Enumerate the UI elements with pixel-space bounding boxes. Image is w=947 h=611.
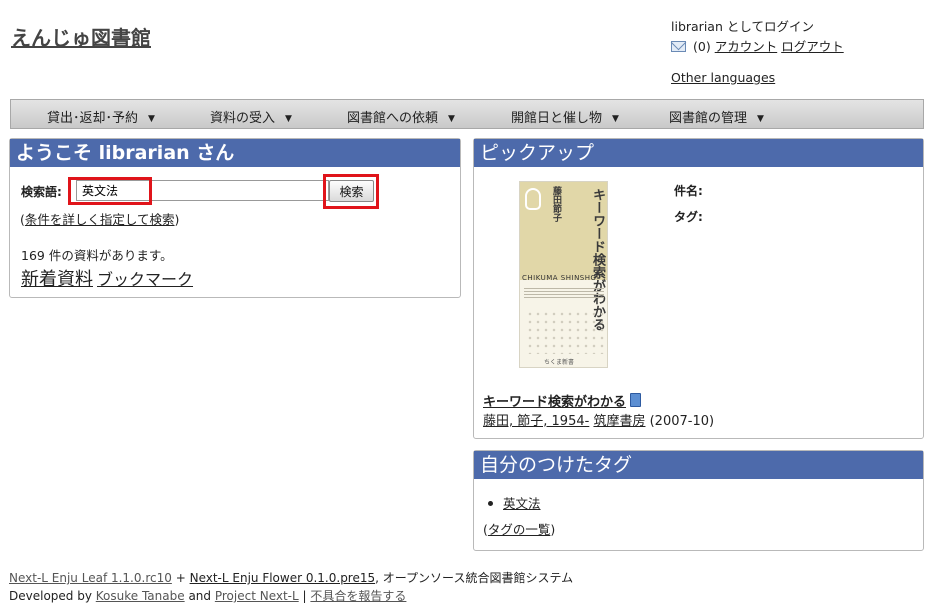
tag-index: (タグの一覧) [483, 519, 555, 538]
menu-acquisition-label: 資料の受入 [210, 111, 276, 126]
search-input-highlight [68, 177, 152, 205]
list-item: 英文法 [488, 493, 541, 512]
advanced-search-link[interactable]: 条件を詳しく指定して検索 [25, 212, 175, 227]
enju-flower-link[interactable]: Next-L Enju Flower 0.1.0.pre15 [190, 571, 376, 585]
adv-paren-close: ) [174, 212, 180, 227]
welcome-title: ようこそ librarian さん [10, 139, 460, 167]
search-button-highlight [323, 174, 379, 209]
caret-down-icon: ▼ [285, 114, 292, 124]
tag-label: タグ: [674, 210, 703, 224]
menu-requests-label: 図書館への依頼 [347, 111, 439, 126]
menu-events[interactable]: 開館日と催し物 ▼ [511, 107, 619, 126]
quick-links: 新着資料 ブックマーク [21, 265, 193, 291]
caret-down-icon: ▼ [448, 114, 455, 124]
report-bug-link[interactable]: 不具合を報告する [310, 589, 406, 603]
author-credit-link[interactable]: Kosuke Tanabe [96, 589, 185, 603]
footer-separator: | [302, 589, 307, 603]
account-row: (0) アカウント ログアウト [671, 37, 844, 57]
my-tags-panel: 自分のつけたタグ 英文法 (タグの一覧) [473, 450, 924, 551]
caret-down-icon: ▼ [612, 114, 619, 124]
other-languages-link[interactable]: Other languages [671, 70, 775, 85]
login-status: librarian としてログイン [671, 19, 814, 34]
cover-publisher: ちくま新書 [544, 359, 575, 366]
footer-line-1: Next-L Enju Leaf 1.1.0.rc10 + Next-L Enj… [9, 569, 573, 586]
book-info: 藤田, 節子, 1954- 筑摩書房 (2007-10) [483, 410, 714, 429]
pickup-panel: ピックアップ キーワード検索がわかる 藤田節子 CHIKUMA SHINSHO … [473, 138, 924, 439]
menu-admin[interactable]: 図書館の管理 ▼ [669, 107, 764, 126]
cover-series: CHIKUMA SHINSHO [522, 274, 597, 282]
project-link[interactable]: Project Next-L [215, 589, 299, 603]
search-label: 検索語: [21, 185, 62, 199]
caret-down-icon: ▼ [148, 114, 155, 124]
book-cover-image[interactable]: キーワード検索がわかる 藤田節子 CHIKUMA SHINSHO ちくま新書 [519, 181, 608, 368]
new-items-link[interactable]: 新着資料 [21, 269, 93, 290]
cover-author: 藤田節子 [551, 186, 561, 222]
menu-circulation-label: 貸出･返却･予約 [47, 111, 139, 126]
main-menu-bar: 貸出･返却･予約 ▼ 資料の受入 ▼ 図書館への依頼 ▼ 開館日と催し物 ▼ 図書館の管… [10, 99, 924, 129]
cover-blurb [524, 288, 604, 300]
mail-icon[interactable] [671, 41, 686, 52]
publisher-link[interactable]: 筑摩書房 [593, 414, 645, 429]
footer-line-2: Developed by Kosuke Tanabe and Project N… [9, 587, 406, 604]
menu-circulation[interactable]: 貸出･返却･予約 ▼ [47, 107, 155, 126]
publication-date: (2007-10) [649, 414, 715, 429]
my-tags-title: 自分のつけたタグ [474, 451, 923, 479]
menu-admin-label: 図書館の管理 [669, 111, 748, 126]
menu-acquisition[interactable]: 資料の受入 ▼ [210, 107, 292, 126]
publisher-logo-icon [525, 188, 541, 210]
footer-description: , オープンソース統合図書館システム [375, 571, 574, 585]
footer-and: and [188, 589, 212, 603]
welcome-panel: ようこそ librarian さん 検索語: 検索 (条件を詳しく指定して検索)… [9, 138, 461, 298]
tag-link[interactable]: 英文法 [503, 496, 541, 511]
tag-index-paren-close: ) [550, 522, 556, 537]
pickup-title: ピックアップ [474, 139, 923, 167]
caret-down-icon: ▼ [757, 114, 764, 124]
tag-list: 英文法 [488, 493, 541, 512]
footer-plus: + [175, 571, 186, 585]
item-count-text: 169 件の資料があります。 [21, 248, 173, 263]
message-count: (0) [692, 39, 711, 54]
login-box: librarian としてログイン (0) アカウント ログアウト [671, 17, 844, 57]
tag-index-link[interactable]: タグの一覧 [488, 522, 551, 537]
account-link[interactable]: アカウント [715, 39, 778, 54]
enju-leaf-link[interactable]: Next-L Enju Leaf 1.1.0.rc10 [9, 571, 172, 585]
logout-link[interactable]: ログアウト [781, 39, 844, 54]
menu-events-label: 開館日と催し物 [511, 111, 603, 126]
bookmark-link[interactable]: ブックマーク [97, 270, 193, 289]
footer-developed-by: Developed by [9, 589, 92, 603]
site-title-link[interactable]: えんじゅ図書館 [11, 22, 151, 51]
author-link[interactable]: 藤田, 節子, 1954- [483, 414, 589, 429]
advanced-search: (条件を詳しく指定して検索) [20, 209, 179, 228]
cover-pattern [526, 310, 604, 354]
book-icon [630, 393, 642, 407]
subject-label: 件名: [674, 184, 703, 198]
bullet-icon [488, 501, 493, 506]
menu-requests[interactable]: 図書館への依頼 ▼ [347, 107, 455, 126]
book-title-row: キーワード検索がわかる [483, 391, 642, 410]
book-title-link[interactable]: キーワード検索がわかる [483, 395, 626, 410]
